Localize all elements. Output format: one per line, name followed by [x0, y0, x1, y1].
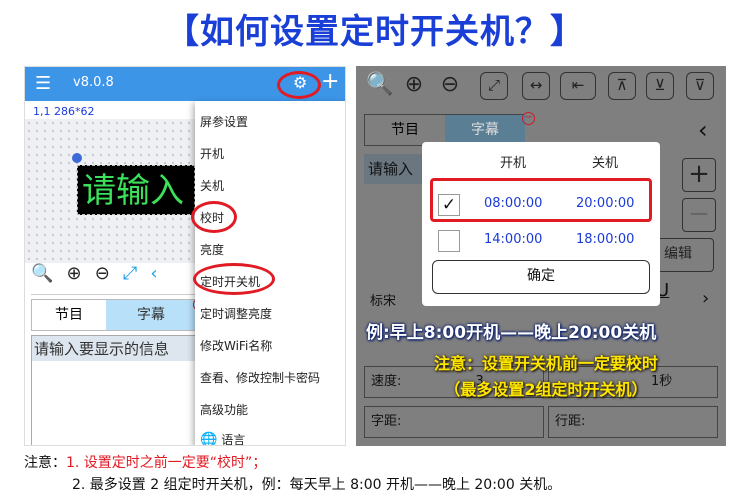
tab-program[interactable]: 节目: [365, 115, 445, 145]
resize-handle[interactable]: [72, 153, 82, 163]
header-power-off: 关机: [592, 156, 619, 171]
chevron-left-icon[interactable]: ‹: [698, 116, 708, 144]
add-icon[interactable]: +: [321, 69, 339, 94]
example-caption: 例:早上8:00开机——晚上20:00关机: [366, 323, 657, 343]
menu-item-power-on[interactable]: 开机: [200, 145, 224, 162]
tab-subtitle[interactable]: 字幕: [445, 115, 525, 145]
note-line-1: 注意：1. 设置定时之前一定要“校时”；: [24, 452, 266, 472]
align-bottom-icon[interactable]: ⊻: [646, 72, 674, 100]
menu-item-brightness[interactable]: 亮度: [200, 241, 224, 258]
tab-subtitle[interactable]: 字幕: [106, 300, 196, 330]
remove-icon[interactable]: −: [522, 112, 535, 125]
zoom-in-icon[interactable]: ⊕: [67, 263, 82, 284]
fit-screen-icon[interactable]: ⤢: [123, 263, 137, 284]
message-input[interactable]: 请输入要显示的信息: [31, 335, 199, 445]
tab-program[interactable]: 节目: [32, 300, 106, 330]
line-spacing-label: 行距:: [555, 414, 586, 429]
char-spacing-field[interactable]: 字距:: [364, 406, 544, 438]
subtract-button[interactable]: −: [682, 198, 716, 232]
schedule-2-checkbox[interactable]: [438, 230, 460, 252]
menu-item-advanced[interactable]: 高级功能: [200, 401, 248, 418]
right-screenshot: 🔍 ⊕ ⊖ ⤢ ↔ ⇤ ⊼ ⊻ ⊽ 节目 字幕 − ‹ 请输入 + − 编辑 标…: [356, 66, 726, 446]
hamburger-menu-icon[interactable]: ☰: [35, 73, 51, 94]
align-top-icon[interactable]: ⊼: [608, 72, 636, 100]
add-button[interactable]: +: [682, 158, 716, 192]
menu-item-card-password[interactable]: 查看、修改控制卡密码: [200, 369, 320, 386]
schedule-highlight-box: [430, 178, 652, 222]
menu-item-timed-brightness[interactable]: 定时调整亮度: [200, 305, 272, 322]
fit-screen-icon[interactable]: ⤢: [480, 72, 508, 100]
zoom-in-icon[interactable]: ⊕: [400, 72, 428, 100]
schedule-2-off-time[interactable]: 18:00:00: [576, 232, 634, 247]
left-screenshot: ☰ v8.0.8 ⚙ + 1,1 286*62 请输入 🔍 ⊕ ⊖ ⤢ ‹ 节目…: [24, 66, 346, 446]
header-power-on: 开机: [500, 156, 527, 171]
menu-item-language[interactable]: 🌐 语言: [200, 431, 246, 446]
note-1-text: 1. 设置定时之前一定要“校时”；: [66, 455, 267, 471]
schedule-row-2[interactable]: 14:00:00 18:00:00: [428, 224, 652, 258]
char-spacing-label: 字距:: [371, 414, 402, 429]
app-version: v8.0.8: [73, 75, 114, 90]
stretch-horizontal-icon[interactable]: ↔: [522, 72, 550, 100]
note-label: 注意：: [24, 455, 66, 471]
zoom-search-icon[interactable]: 🔍: [31, 263, 53, 284]
page-title: 【如何设置定时开关机？】: [165, 12, 585, 52]
sync-warning-caption: 注意：设置开关机前一定要校时: [433, 354, 658, 373]
menu-item-power-off[interactable]: 关机: [200, 177, 224, 194]
line-spacing-field[interactable]: 行距:: [548, 406, 718, 438]
timed-power-dialog: 开机 关机 ✓ 08:00:00 20:00:00 14:00:00 18:00…: [422, 142, 660, 306]
globe-icon: 🌐: [200, 432, 218, 446]
menu-item-wifi-name[interactable]: 修改WiFi名称: [200, 337, 272, 354]
prev-icon[interactable]: ‹: [150, 263, 157, 284]
left-edit-toolbar: 🔍 ⊕ ⊖ ⤢ ‹: [31, 263, 199, 295]
gear-highlight-ring: [277, 71, 321, 99]
font-select[interactable]: 标宋: [370, 290, 396, 309]
coords-readout: 1,1 286*62: [33, 105, 95, 118]
zoom-out-icon[interactable]: ⊖: [436, 72, 464, 100]
align-left-icon[interactable]: ⇤: [560, 72, 596, 100]
left-tab-bar: 节目 字幕: [31, 299, 199, 331]
note-2-text: 2. 最多设置 2 组定时开关机，例：每天早上 8:00 开机——晚上 20:0…: [72, 477, 562, 493]
menu-item-screen-params[interactable]: 屏参设置: [200, 113, 248, 130]
right-edit-toolbar: 🔍 ⊕ ⊖ ⤢ ↔ ⇤ ⊼ ⊻ ⊽: [356, 66, 726, 108]
align-down-icon[interactable]: ⊽: [686, 72, 714, 100]
schedule-2-on-time[interactable]: 14:00:00: [484, 232, 542, 247]
max-groups-caption: （最多设置2组定时开关机）: [444, 380, 648, 399]
chevron-right-icon[interactable]: ›: [702, 288, 709, 309]
timed-power-highlight-ring: [193, 263, 275, 295]
zoom-out-icon[interactable]: ⊖: [95, 263, 110, 284]
zoom-search-icon[interactable]: 🔍: [366, 72, 394, 100]
time-sync-highlight-ring: [191, 201, 237, 233]
menu-item-language-label: 语言: [221, 433, 246, 446]
confirm-button[interactable]: 确定: [432, 260, 650, 294]
message-placeholder: 请输入要显示的信息: [32, 336, 198, 361]
led-preview[interactable]: 请输入: [77, 165, 195, 215]
